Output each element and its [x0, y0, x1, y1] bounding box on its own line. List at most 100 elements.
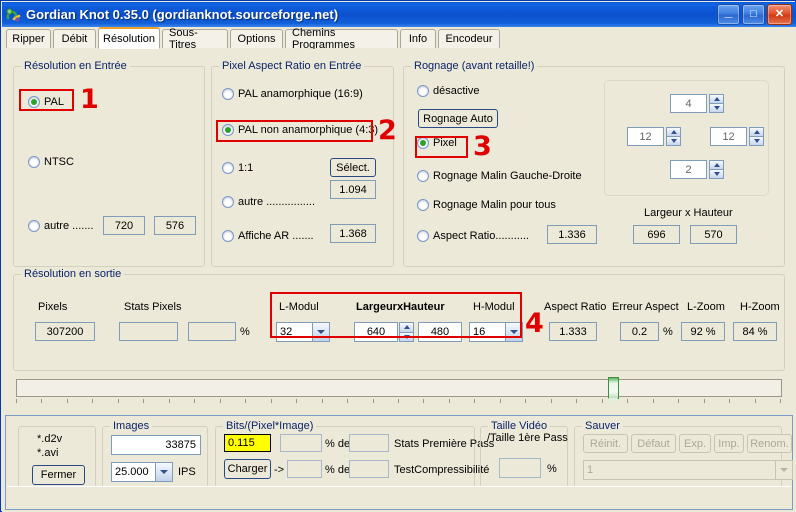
spinner-down-icon[interactable]: [709, 104, 724, 113]
spinner-up-icon[interactable]: [709, 160, 724, 170]
fermer-button[interactable]: Fermer: [32, 465, 85, 485]
profile-combo[interactable]: 1: [583, 460, 793, 480]
aspect-ratio-field[interactable]: 1.333: [549, 322, 597, 341]
stats-pixels-percent-field[interactable]: [188, 322, 236, 341]
slider-thumb[interactable]: [608, 377, 620, 404]
group-legend: Sauver: [582, 420, 623, 432]
bits-val1-field[interactable]: [349, 434, 389, 452]
annotation-number-3: 3: [473, 131, 492, 162]
radio-pal-non-anamorphique[interactable]: PAL non anamorphique (4:3): [222, 124, 378, 136]
output-largeur-field[interactable]: 640: [354, 322, 398, 342]
input-width-field[interactable]: 720: [103, 216, 145, 235]
close-button[interactable]: ✕: [767, 4, 792, 25]
spinner-down-icon[interactable]: [709, 170, 724, 179]
tab-chemins-programmes[interactable]: Chemins Programmes: [285, 27, 398, 51]
fps-unit-label: IPS: [178, 466, 196, 478]
defaut-button[interactable]: Défaut: [631, 434, 676, 453]
l-modul-combo[interactable]: 32: [276, 322, 330, 342]
output-hauteur-field[interactable]: 480: [418, 322, 462, 342]
fps-combo[interactable]: 25.000: [111, 462, 173, 482]
radio-pal[interactable]: PAL: [28, 96, 64, 108]
group-legend: Images: [110, 420, 153, 432]
tab-encodeur[interactable]: Encodeur: [438, 29, 500, 48]
pixels-label: Pixels: [38, 301, 68, 313]
crop-bottom-spinner[interactable]: [709, 160, 724, 179]
spinner-up-icon[interactable]: [709, 94, 724, 104]
crop-top-spinner[interactable]: [709, 94, 724, 113]
radio-malin-pour-tous[interactable]: Rognage Malin pour tous: [417, 199, 556, 211]
aspect-ratio-label: Aspect Ratio: [544, 301, 607, 313]
radio-affiche-ar[interactable]: Affiche AR .......: [222, 230, 314, 242]
spinner-down-icon[interactable]: [749, 137, 764, 146]
tab-label: Résolution: [103, 32, 155, 45]
title-bar: Gordian Knot 0.35.0 (gordianknot.sourcef…: [2, 2, 796, 27]
radio-aspect-ratio[interactable]: Aspect Ratio...........: [417, 230, 529, 242]
h-modul-combo[interactable]: 16: [469, 322, 523, 342]
tab-sous-titres[interactable]: Sous-Titres: [162, 27, 228, 51]
taille-video-field[interactable]: [499, 458, 541, 478]
radio-malin-gauche-droite[interactable]: Rognage Malin Gauche-Droite: [417, 170, 582, 182]
autre-par-value-field[interactable]: 1.094: [330, 180, 376, 199]
exp-button[interactable]: Exp.: [679, 434, 711, 453]
spinner-up-icon[interactable]: [666, 127, 681, 137]
spinner-down-icon[interactable]: [399, 332, 414, 342]
select-button[interactable]: Sélect.: [330, 158, 376, 177]
imp-button[interactable]: Imp.: [714, 434, 744, 453]
spinner-down-icon[interactable]: [666, 137, 681, 146]
spinner-up-icon[interactable]: [749, 127, 764, 137]
l-modul-label: L-Modul: [279, 301, 319, 313]
output-size-spinner[interactable]: [399, 322, 414, 342]
renom-button[interactable]: Renom.: [747, 434, 792, 453]
charger-button[interactable]: Charger: [224, 459, 271, 479]
crop-left-spinner[interactable]: [666, 127, 681, 146]
radio-pixel[interactable]: Pixel: [417, 137, 457, 149]
chevron-down-icon[interactable]: [505, 323, 522, 341]
resolution-slider[interactable]: [16, 377, 782, 407]
maximize-button[interactable]: □: [742, 4, 765, 25]
pixels-field[interactable]: 307200: [35, 322, 95, 341]
crop-left-field[interactable]: 12: [627, 127, 664, 146]
minimize-button[interactable]: _: [717, 4, 740, 25]
chevron-down-icon[interactable]: [775, 461, 792, 479]
radio-desactive[interactable]: désactive: [417, 85, 479, 97]
bits-pct2-field[interactable]: [287, 460, 322, 478]
group-legend: Résolution en Entrée: [21, 60, 130, 72]
slider-ticks: [16, 399, 782, 405]
spinner-up-icon[interactable]: [399, 322, 414, 333]
chevron-down-icon[interactable]: [155, 463, 172, 481]
bits-val2-field[interactable]: [349, 460, 389, 478]
chevron-down-icon[interactable]: [312, 323, 329, 341]
application-window: Gordian Knot 0.35.0 (gordianknot.sourcef…: [0, 0, 796, 512]
stats-pixels-field[interactable]: [119, 322, 178, 341]
rognage-aspect-ratio-field[interactable]: 1.336: [547, 225, 597, 244]
tab-debit[interactable]: Débit: [53, 29, 96, 48]
frames-field[interactable]: 33875: [111, 435, 201, 455]
radio-autre-par[interactable]: autre ................: [222, 196, 315, 208]
tab-resolution[interactable]: Résolution: [98, 27, 160, 49]
crop-right-spinner[interactable]: [749, 127, 764, 146]
affiche-ar-value-field[interactable]: 1.368: [330, 224, 376, 243]
crop-top-field[interactable]: 4: [670, 94, 707, 113]
tab-info[interactable]: Info: [400, 29, 436, 48]
radio-label: PAL: [44, 96, 64, 108]
radio-autre[interactable]: autre .......: [28, 220, 94, 232]
rognage-largeur-field[interactable]: 696: [633, 225, 680, 244]
tab-ripper[interactable]: Ripper: [6, 29, 51, 48]
input-height-field[interactable]: 576: [154, 216, 196, 235]
h-zoom-field[interactable]: 84 %: [733, 322, 777, 341]
erreur-aspect-field[interactable]: 0.2: [620, 322, 659, 341]
radio-one-to-one[interactable]: 1:1: [222, 162, 253, 174]
tab-label: Ripper: [12, 33, 45, 45]
bits-value-field[interactable]: 0.115: [224, 434, 271, 452]
reinit-button[interactable]: Réinit.: [583, 434, 628, 453]
radio-pal-anamorphique[interactable]: PAL anamorphique (16:9): [222, 88, 363, 100]
bits-pct1-field[interactable]: [280, 434, 322, 452]
rognage-hauteur-field[interactable]: 570: [690, 225, 737, 244]
crop-right-field[interactable]: 12: [710, 127, 747, 146]
rognage-auto-button[interactable]: Rognage Auto: [418, 109, 498, 128]
radio-ntsc[interactable]: NTSC: [28, 156, 74, 168]
l-zoom-field[interactable]: 92 %: [681, 322, 725, 341]
crop-bottom-field[interactable]: 2: [670, 160, 707, 179]
slider-groove[interactable]: [16, 379, 782, 397]
tab-options[interactable]: Options: [230, 29, 283, 48]
